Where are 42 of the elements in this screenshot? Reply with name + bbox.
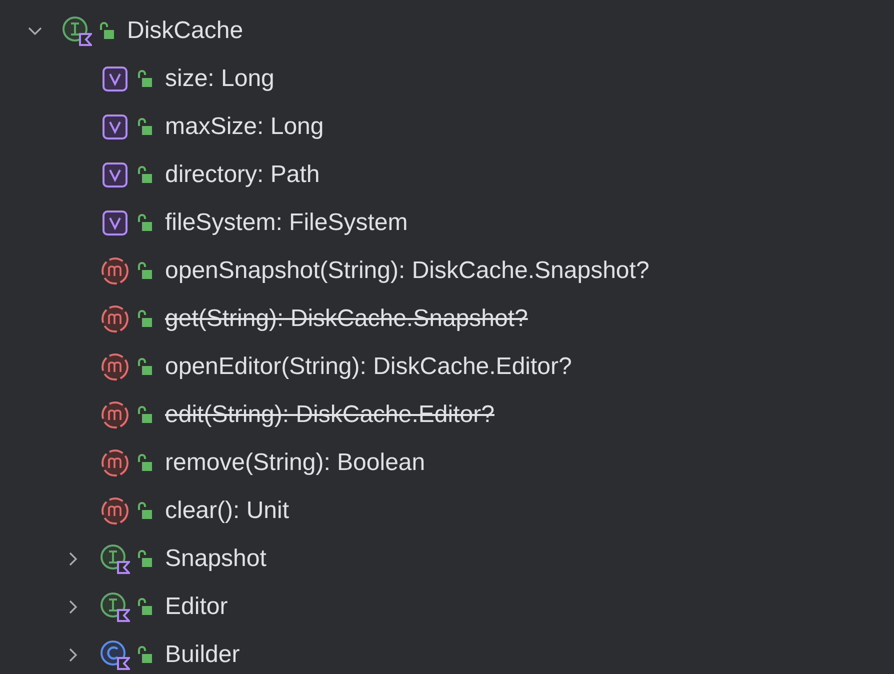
tree-item-label[interactable]: Builder (165, 637, 240, 673)
tree-item-label[interactable]: openSnapshot(String): DiskCache.Snapshot? (165, 253, 650, 289)
tree-item-label[interactable]: directory: Path (165, 157, 320, 193)
tree-item-label[interactable]: maxSize: Long (165, 109, 324, 145)
tree-item-label[interactable]: get(String): DiskCache.Snapshot? (165, 301, 528, 337)
property-icon (102, 114, 128, 140)
method-icon (100, 304, 130, 334)
tree-item-label[interactable]: remove(String): Boolean (165, 445, 426, 481)
tree-item-label[interactable]: openEditor(String): DiskCache.Editor? (165, 349, 572, 385)
interface-icon (100, 592, 130, 622)
open-lock-icon (137, 70, 153, 88)
method-icon (100, 256, 130, 286)
open-lock-icon (137, 550, 153, 568)
tree-item-label[interactable]: DiskCache (127, 13, 244, 49)
open-lock-icon (137, 598, 153, 616)
open-lock-icon (137, 502, 153, 520)
open-lock-icon (137, 406, 153, 424)
open-lock-icon (137, 118, 153, 136)
open-lock-icon (137, 454, 153, 472)
open-lock-icon (99, 22, 115, 40)
interface-icon (100, 544, 130, 574)
open-lock-icon (137, 646, 153, 664)
tree-item-label[interactable]: size: Long (165, 61, 274, 97)
interface-icon (62, 16, 92, 46)
property-icon (102, 66, 128, 92)
open-lock-icon (137, 214, 153, 232)
tree-item-label[interactable]: edit(String): DiskCache.Editor? (165, 397, 494, 433)
tree-item-label[interactable]: clear(): Unit (165, 493, 290, 529)
method-icon (100, 400, 130, 430)
open-lock-icon (137, 310, 153, 328)
class-icon (100, 640, 130, 670)
property-icon (102, 162, 128, 188)
method-icon (100, 496, 130, 526)
open-lock-icon (137, 358, 153, 376)
property-icon (102, 210, 128, 236)
tree-item-label[interactable]: Editor (165, 589, 228, 625)
method-icon (100, 448, 130, 478)
open-lock-icon (137, 262, 153, 280)
open-lock-icon (137, 166, 153, 184)
tree-item-label[interactable]: fileSystem: FileSystem (165, 205, 408, 241)
method-icon (100, 352, 130, 382)
tree-item-label[interactable]: Snapshot (165, 541, 266, 577)
